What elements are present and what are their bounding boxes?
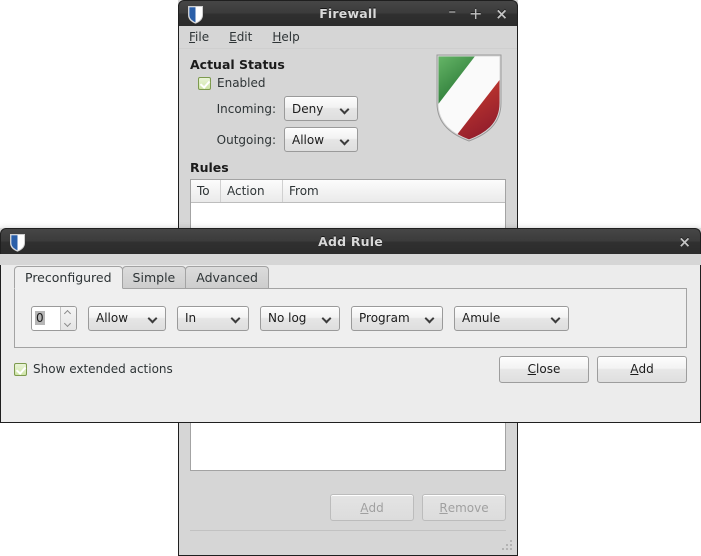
tab-preconfigured[interactable]: Preconfigured	[14, 266, 123, 289]
program-select[interactable]: Amule	[454, 305, 569, 331]
close-accel: C	[527, 362, 537, 376]
shield-icon	[187, 5, 204, 24]
priority-stepper-buttons[interactable]	[60, 306, 76, 330]
incoming-select[interactable]: Deny	[284, 96, 358, 121]
log-value: No log	[268, 311, 307, 325]
menu-edit[interactable]: Edit	[227, 29, 254, 45]
menu-help-rest: elp	[281, 30, 300, 44]
add-rule-body: Preconfigured Simple Advanced 0 Allow In	[0, 265, 701, 423]
close-button[interactable]: ×	[495, 7, 508, 22]
close-dialog-button[interactable]: Close	[499, 355, 589, 383]
show-extended-actions-label: Show extended actions	[33, 362, 173, 376]
tab-simple[interactable]: Simple	[121, 266, 187, 288]
menu-edit-rest: dit	[236, 30, 253, 44]
show-extended-actions-checkbox[interactable]	[14, 362, 27, 376]
menu-file[interactable]: File	[187, 29, 211, 45]
maximize-button[interactable]: +	[469, 6, 482, 22]
chevron-down-icon	[323, 315, 332, 321]
enabled-checkbox[interactable]	[198, 76, 211, 90]
tab-bar: Preconfigured Simple Advanced	[1, 265, 700, 289]
add-rule-title: Add Rule	[318, 234, 383, 249]
menubar: File Edit Help	[179, 26, 517, 49]
incoming-label: Incoming:	[216, 101, 276, 116]
add-rule-titlebar[interactable]: Add Rule ×	[0, 228, 701, 254]
add-rule-label-rest: dd	[368, 500, 384, 515]
firewall-window-controls: – + ×	[449, 1, 508, 27]
add-rule-window-controls: ×	[678, 229, 691, 255]
add-accel: A	[630, 362, 639, 376]
priority-stepper[interactable]: 0	[31, 305, 77, 331]
incoming-value: Deny	[292, 101, 324, 116]
close-label-rest: lose	[536, 362, 561, 376]
firewall-shield-logo-icon	[433, 51, 505, 145]
menu-help[interactable]: Help	[270, 29, 301, 45]
action-value: Allow	[96, 311, 129, 325]
shield-icon	[9, 233, 26, 252]
action-select[interactable]: Allow	[88, 305, 166, 331]
menu-edit-accel: E	[229, 30, 237, 44]
rule-type-value: Program	[359, 311, 410, 325]
menu-file-rest: ile	[195, 30, 210, 44]
log-select[interactable]: No log	[260, 305, 340, 331]
direction-value: In	[185, 311, 197, 325]
column-header-action[interactable]: Action	[221, 180, 283, 202]
dialog-footer: Show extended actions Close Add	[1, 348, 700, 390]
enabled-label: Enabled	[217, 76, 266, 90]
stepper-down-icon[interactable]	[61, 318, 76, 330]
add-rule-dialog: Add Rule × Preconfigured Simple Advanced…	[0, 228, 701, 423]
chevron-down-icon	[426, 315, 435, 321]
remove-rule-accel: R	[439, 500, 448, 515]
firewall-titlebar[interactable]: Firewall – + ×	[178, 0, 518, 26]
priority-value: 0	[35, 311, 45, 325]
outgoing-label: Outgoing:	[216, 132, 276, 147]
rules-heading: Rules	[190, 160, 229, 175]
resize-grip[interactable]	[502, 540, 514, 552]
show-extended-actions-row[interactable]: Show extended actions	[14, 362, 173, 376]
chevron-down-icon	[149, 315, 158, 321]
tab-advanced[interactable]: Advanced	[185, 266, 269, 288]
close-button[interactable]: ×	[678, 235, 691, 250]
direction-select[interactable]: In	[177, 305, 249, 331]
remove-rule-button[interactable]: Remove	[422, 494, 506, 521]
rule-type-select[interactable]: Program	[351, 305, 443, 331]
preconfigured-panel: 0 Allow In No log Program Amule	[14, 288, 687, 348]
stepper-up-icon[interactable]	[61, 307, 76, 319]
outgoing-value: Allow	[292, 132, 325, 147]
program-value: Amule	[462, 311, 501, 325]
add-button[interactable]: Add	[597, 355, 687, 383]
column-header-to[interactable]: To	[191, 180, 221, 202]
minimize-button[interactable]: –	[449, 4, 457, 19]
priority-value-wrap[interactable]: 0	[32, 307, 60, 330]
add-rule-button[interactable]: Add	[330, 494, 414, 521]
column-header-from[interactable]: From	[283, 180, 505, 202]
outgoing-select[interactable]: Allow	[284, 127, 358, 152]
rules-action-buttons: Add Remove	[330, 494, 506, 521]
remove-rule-label-rest: emove	[447, 500, 489, 515]
chevron-down-icon	[552, 315, 561, 321]
chevron-down-icon	[341, 106, 350, 112]
add-rule-accel: A	[360, 500, 369, 515]
chevron-down-icon	[341, 137, 350, 143]
chevron-down-icon	[232, 315, 241, 321]
rules-header: To Action From	[191, 180, 505, 203]
status-divider	[190, 530, 506, 531]
add-label-rest: dd	[638, 362, 654, 376]
